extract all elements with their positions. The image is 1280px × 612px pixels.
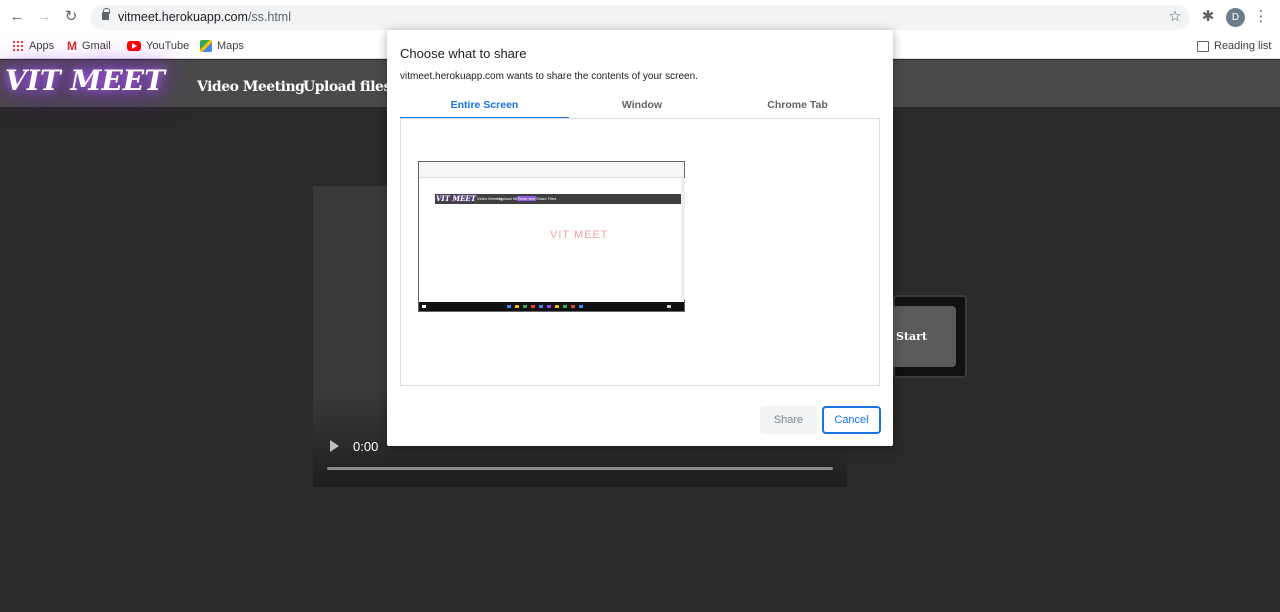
bookmark-gmail[interactable]: M Gmail — [67, 38, 111, 54]
thumbnail-text: VIT MEET — [550, 229, 609, 241]
share-button[interactable]: Share — [760, 406, 817, 434]
taskbar-app-icon — [555, 305, 559, 308]
source-panel: VIT MEET Video Meeting Upload files Send… — [400, 118, 880, 386]
taskbar-app-icon — [523, 305, 527, 308]
taskbar-app-icon — [579, 305, 583, 308]
thumbnail-taskbar — [419, 302, 684, 311]
forward-icon[interactable]: → — [35, 8, 53, 26]
taskbar-clock-icon — [667, 305, 671, 308]
extensions-icon[interactable]: ✱ — [1199, 8, 1217, 26]
taskbar-app-icon — [547, 305, 551, 308]
thumbnail-browser-chrome — [419, 162, 684, 178]
nav-video-meeting[interactable]: Video Meeting — [197, 79, 305, 95]
thumbnail-page: VIT MEET — [435, 204, 681, 301]
tab-window[interactable]: Window — [569, 99, 715, 119]
seek-bar[interactable] — [327, 467, 833, 470]
reload-icon[interactable]: ↻ — [62, 8, 80, 26]
play-icon[interactable] — [330, 440, 339, 452]
apps-grid-icon — [12, 40, 24, 53]
taskbar-app-icon — [571, 305, 575, 308]
bookmark-apps[interactable]: Apps — [12, 38, 54, 54]
taskbar-app-icon — [507, 305, 511, 308]
gmail-icon: M — [67, 39, 77, 54]
avatar[interactable]: D — [1226, 8, 1245, 27]
share-dialog: Choose what to share vitmeet.herokuapp.c… — [387, 30, 893, 446]
cancel-button[interactable]: Cancel — [822, 406, 881, 434]
start-button[interactable]: Start — [893, 306, 956, 367]
browser-toolbar: ← → ↻ vitmeet.herokuapp.com/ss.html ☆ ✱ … — [0, 0, 1280, 34]
bookmark-youtube[interactable]: YouTube — [127, 38, 189, 54]
thumbnail-nav-item: Send text — [517, 196, 536, 201]
thumbnail-scrollbar — [681, 178, 685, 300]
reading-list-icon — [1197, 40, 1209, 52]
lock-icon — [102, 8, 110, 20]
start-icon — [422, 305, 426, 308]
site-logo[interactable]: VIT MEET — [5, 64, 165, 97]
tab-chrome-tab[interactable]: Chrome Tab — [715, 99, 880, 119]
address-bar[interactable]: vitmeet.herokuapp.com/ss.html ☆ — [90, 5, 1190, 30]
thumbnail-nav-item: Share Files — [536, 196, 557, 201]
taskbar-app-icon — [515, 305, 519, 308]
taskbar-app-icon — [539, 305, 543, 308]
thumbnail-site-header: VIT MEET Video Meeting Upload files Send… — [435, 194, 681, 204]
nav-upload-files[interactable]: Upload files — [303, 79, 391, 95]
taskbar-app-icon — [531, 305, 535, 308]
screen-thumbnail[interactable]: VIT MEET Video Meeting Upload files Send… — [418, 161, 685, 312]
thumbnail-logo: VIT MEET — [436, 194, 476, 203]
tab-entire-screen[interactable]: Entire Screen — [400, 99, 569, 119]
back-icon[interactable]: ← — [8, 8, 26, 26]
reading-list[interactable]: Reading list — [1197, 38, 1271, 54]
dialog-subtitle: vitmeet.herokuapp.com wants to share the… — [400, 71, 698, 82]
maps-icon — [200, 40, 212, 53]
dialog-title: Choose what to share — [400, 46, 527, 61]
menu-icon[interactable]: ⋮ — [1252, 8, 1270, 26]
video-time: 0:00 — [353, 439, 379, 454]
taskbar-app-icon — [563, 305, 567, 308]
bookmark-star-icon[interactable]: ☆ — [1166, 8, 1184, 26]
url-text: vitmeet.herokuapp.com/ss.html — [118, 10, 291, 24]
youtube-icon — [127, 41, 141, 52]
bookmark-maps[interactable]: Maps — [200, 38, 244, 54]
